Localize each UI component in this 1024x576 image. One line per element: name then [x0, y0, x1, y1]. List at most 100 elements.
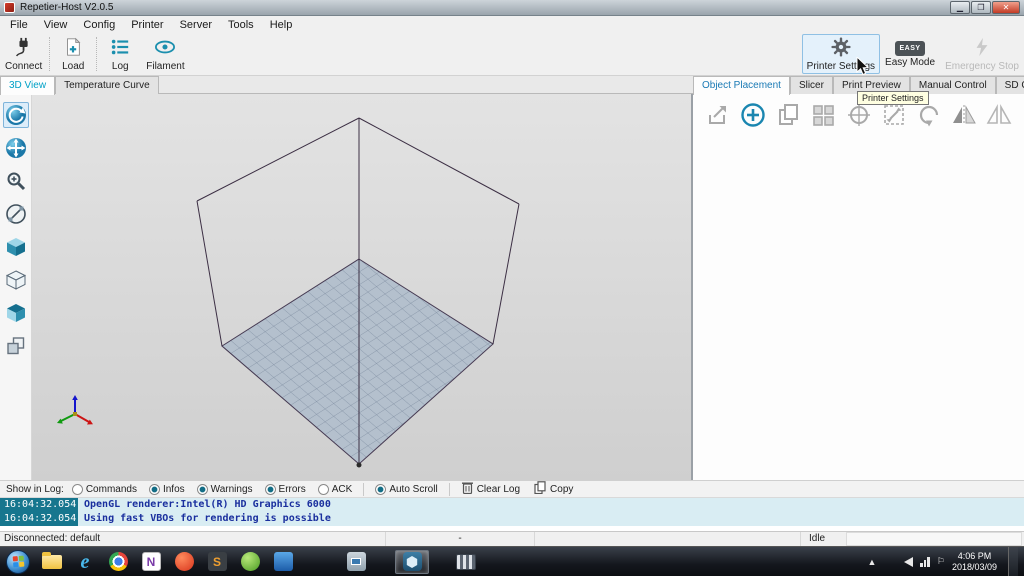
rotate-object-icon[interactable] — [916, 102, 942, 128]
lightning-bolt-icon — [973, 37, 991, 60]
connection-status: Disconnected: default — [4, 533, 101, 544]
easy-mode-button[interactable]: EASY Easy Mode — [880, 34, 940, 74]
letter-s-app-icon[interactable]: S — [205, 550, 229, 574]
toolbar-separator — [96, 37, 98, 71]
tab-sd-card[interactable]: SD Card — [995, 76, 1024, 94]
menu-tools[interactable]: Tools — [220, 17, 262, 33]
autoposition-grid-icon[interactable] — [810, 102, 836, 128]
log-filter-warnings[interactable]: Warnings — [193, 483, 257, 495]
move-view-tool[interactable] — [3, 135, 29, 161]
menu-config[interactable]: Config — [75, 17, 123, 33]
chrome-icon[interactable] — [106, 550, 130, 574]
radio-icon — [375, 483, 387, 495]
volume-icon[interactable] — [904, 556, 914, 567]
blue-app-icon[interactable] — [271, 550, 295, 574]
status-middle: - — [385, 532, 535, 546]
main-area — [0, 94, 1024, 480]
tab-3d-view[interactable]: 3D View — [0, 76, 56, 95]
flip-object-icon[interactable] — [986, 102, 1012, 128]
tab-object-placement[interactable]: Object Placement — [693, 76, 790, 95]
load-file-icon — [63, 37, 83, 60]
origin-marker — [356, 462, 362, 468]
taskbar-clock[interactable]: 4:06 PM 2018/03/09 — [952, 551, 997, 573]
close-button[interactable]: ✕ — [992, 1, 1020, 14]
log-filter-autoscroll[interactable]: Auto Scroll — [371, 483, 441, 495]
green-app-icon[interactable] — [238, 550, 262, 574]
log-filter-infos[interactable]: Infos — [145, 483, 189, 495]
radio-icon — [71, 483, 83, 495]
filter-label: Commands — [85, 483, 137, 495]
rotate-view-tool[interactable] — [2, 102, 29, 128]
maximize-button[interactable]: ❐ — [971, 1, 991, 14]
mouse-cursor — [856, 55, 870, 80]
filter-label: Auto Scroll — [389, 483, 438, 495]
menu-printer[interactable]: Printer — [123, 17, 171, 33]
copy-log-button[interactable]: Copy — [529, 481, 578, 497]
filament-button[interactable]: Filament — [141, 34, 189, 74]
movie-maker-icon[interactable] — [454, 550, 478, 574]
clear-log-button[interactable]: Clear Log — [457, 481, 525, 497]
log-row: 16:04:32.054 Using fast VBOs for renderi… — [0, 512, 1024, 526]
title-bar: Repetier-Host V2.0.5 ▁ ❐ ✕ — [0, 0, 1024, 16]
fit-view-tool[interactable] — [3, 201, 29, 227]
log-output[interactable]: 16:04:32.054 OpenGL renderer:Intel(R) HD… — [0, 497, 1024, 531]
menu-server[interactable]: Server — [172, 17, 220, 33]
windows-taskbar: e N S ▲ ⚐ 4:06 PM 2018/03/09 — [0, 546, 1024, 576]
toolbar-separator — [49, 37, 51, 71]
menu-help[interactable]: Help — [262, 17, 301, 33]
status-progress-field — [846, 532, 1022, 546]
view-tool-strip — [0, 94, 32, 480]
filter-label: ACK — [331, 483, 353, 495]
add-object-icon[interactable] — [740, 102, 766, 128]
windows-logo-icon — [12, 555, 24, 568]
log-filter-commands[interactable]: Commands — [68, 483, 141, 495]
log-toggle-button[interactable]: Log — [99, 34, 141, 74]
clock-date: 2018/03/09 — [951, 561, 997, 572]
minimize-button[interactable]: ▁ — [950, 1, 970, 14]
tab-temperature-curve[interactable]: Temperature Curve — [55, 76, 159, 94]
scale-object-icon[interactable] — [881, 102, 907, 128]
letter-n-app-icon[interactable]: N — [139, 550, 163, 574]
show-desktop-button[interactable] — [1008, 546, 1018, 576]
action-center-flag-icon[interactable]: ⚐ — [937, 556, 945, 567]
radio-icon — [148, 483, 160, 495]
top-view-tool[interactable] — [3, 300, 29, 326]
file-explorer-icon[interactable] — [40, 550, 64, 574]
menu-view[interactable]: View — [36, 17, 76, 33]
copy-icon — [534, 481, 546, 497]
red-app-icon[interactable] — [172, 550, 196, 574]
radio-icon — [196, 483, 208, 495]
image-viewer-icon[interactable] — [344, 550, 368, 574]
load-button[interactable]: Load — [52, 34, 94, 74]
printer-settings-tooltip: Printer Settings — [857, 91, 929, 105]
internet-explorer-icon[interactable]: e — [73, 550, 97, 574]
3d-viewport[interactable] — [32, 94, 691, 480]
hidden-icons-chevron[interactable]: ▲ — [867, 557, 876, 567]
center-object-icon[interactable] — [846, 102, 872, 128]
start-button[interactable] — [6, 549, 30, 574]
network-icon[interactable] — [920, 556, 930, 567]
connect-button[interactable]: Connect — [0, 34, 47, 74]
log-filter-errors[interactable]: Errors — [261, 483, 310, 495]
zoom-tool[interactable] — [3, 168, 29, 194]
emergency-stop-button[interactable]: Emergency Stop — [940, 34, 1024, 74]
axes-indicator — [57, 395, 93, 425]
filament-label: Filament — [146, 60, 185, 72]
copy-object-icon[interactable] — [775, 102, 801, 128]
isometric-view-tool[interactable] — [3, 234, 29, 260]
mirror-object-icon[interactable] — [951, 102, 977, 128]
toggle-objects-tool[interactable] — [3, 333, 29, 359]
view-tabs: 3D View Temperature Curve — [0, 76, 159, 95]
log-filter-ack[interactable]: ACK — [314, 483, 357, 495]
menu-file[interactable]: File — [2, 17, 36, 33]
object-placement-panel — [693, 94, 1024, 480]
easy-mode-label: Easy Mode — [885, 56, 936, 68]
repetier-host-taskbar-button[interactable] — [395, 549, 429, 574]
front-view-tool[interactable] — [3, 267, 29, 293]
log-row: 16:04:32.054 OpenGL renderer:Intel(R) HD… — [0, 498, 1024, 512]
eye-icon — [154, 37, 176, 60]
export-object-icon[interactable] — [705, 102, 731, 128]
clear-log-label: Clear Log — [476, 483, 521, 495]
radio-icon — [264, 483, 276, 495]
tab-slicer[interactable]: Slicer — [789, 76, 833, 94]
